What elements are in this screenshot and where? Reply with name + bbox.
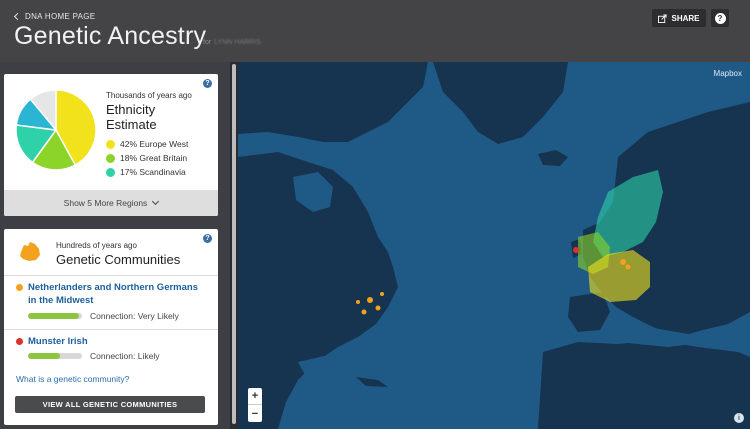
- legend-item-great-britain[interactable]: 18% Great Britain: [106, 151, 188, 165]
- page-subtitle: for LYNN HARRIS: [203, 39, 261, 46]
- connection-strength-bar: [28, 313, 82, 319]
- cuba-landmass: [356, 377, 388, 387]
- great-britain-swatch: [106, 153, 115, 163]
- greenland-landmass: [433, 62, 568, 144]
- show-more-label: Show 5 More Regions: [63, 198, 148, 208]
- zoom-out-button[interactable]: −: [248, 405, 262, 422]
- sidebar-scrollbar[interactable]: [230, 62, 238, 429]
- back-link-label: DNA HOME PAGE: [25, 12, 96, 21]
- community-pin-icon: [16, 338, 23, 345]
- help-button[interactable]: ?: [711, 9, 729, 27]
- divider: [4, 275, 218, 276]
- connection-label: Connection: Very Likely: [90, 311, 179, 321]
- divider: [4, 329, 218, 330]
- ethnicity-legend: 42% Europe West 18% Great Britain 17% Sc…: [106, 137, 188, 179]
- connection-strength-fill: [28, 313, 80, 319]
- chevron-down-icon: [152, 197, 160, 206]
- community-link[interactable]: Netherlanders and Northern Germans in th…: [28, 281, 203, 307]
- connection-label: Connection: Likely: [90, 351, 160, 361]
- ethnicity-estimate-card[interactable]: ? Thousands of years ago Ethnicity Estim…: [4, 74, 218, 216]
- legend-label: 42% Europe West: [120, 139, 189, 149]
- munster-irish-community-dot: [573, 247, 579, 253]
- page-header: DNA HOME PAGE Genetic Ancestry for LYNN H…: [0, 0, 750, 62]
- ancestry-map[interactable]: Mapbox + − i: [238, 62, 750, 429]
- community-item[interactable]: Netherlanders and Northern Germans in th…: [16, 281, 212, 327]
- communities-info-icon[interactable]: ?: [203, 234, 212, 243]
- scandinavia-swatch: [106, 167, 115, 177]
- communities-kicker: Hundreds of years ago: [56, 241, 137, 250]
- share-button[interactable]: SHARE: [652, 9, 706, 27]
- sidebar: ? Thousands of years ago Ethnicity Estim…: [0, 62, 230, 429]
- zoom-in-button[interactable]: +: [248, 388, 262, 405]
- scrollbar-thumb[interactable]: [232, 64, 236, 424]
- community-region-icon: [20, 242, 40, 261]
- legend-item-scandinavia[interactable]: 17% Scandinavia: [106, 165, 188, 179]
- europe-west-swatch: [106, 139, 115, 149]
- community-link[interactable]: Munster Irish: [28, 335, 203, 348]
- africa-landmass: [538, 340, 750, 429]
- community-pin-icon: [16, 284, 23, 291]
- help-icon: ?: [714, 12, 726, 24]
- page-title: Genetic Ancestry: [14, 22, 207, 50]
- view-all-communities-button[interactable]: VIEW ALL GENETIC COMMUNITIES: [15, 396, 205, 413]
- ethnicity-pie-chart: [14, 88, 98, 172]
- ethnicity-info-icon[interactable]: ?: [203, 79, 212, 88]
- north-america-landmass: [238, 62, 428, 142]
- legend-label: 17% Scandinavia: [120, 167, 186, 177]
- what-is-genetic-community-link[interactable]: What is a genetic community?: [16, 374, 129, 384]
- map-canvas: [238, 62, 750, 429]
- connection-strength-bar: [28, 353, 82, 359]
- subtitle-user-name: LYNN HARRIS: [214, 39, 261, 46]
- communities-title: Genetic Communities: [56, 252, 181, 267]
- legend-label: 18% Great Britain: [120, 153, 188, 163]
- map-info-icon[interactable]: i: [734, 413, 744, 423]
- zoom-controls: + −: [248, 388, 262, 422]
- mapbox-attribution[interactable]: Mapbox: [714, 69, 742, 78]
- ethnicity-kicker: Thousands of years ago: [106, 91, 192, 100]
- genetic-communities-card: ? Hundreds of years ago Genetic Communit…: [4, 229, 218, 425]
- community-item[interactable]: Munster Irish Connection: Likely: [16, 335, 212, 365]
- back-to-dna-home-link[interactable]: DNA HOME PAGE: [13, 12, 96, 21]
- connection-strength-fill: [28, 353, 61, 359]
- show-more-regions-button[interactable]: Show 5 More Regions: [4, 190, 218, 216]
- subtitle-prefix: for: [203, 39, 212, 46]
- chevron-left-icon: [13, 12, 22, 21]
- legend-item-europe-west[interactable]: 42% Europe West: [106, 137, 188, 151]
- share-icon: [658, 13, 668, 23]
- ethnicity-title: Ethnicity Estimate: [106, 102, 157, 132]
- share-label: SHARE: [671, 13, 700, 23]
- iceland-landmass: [538, 150, 568, 166]
